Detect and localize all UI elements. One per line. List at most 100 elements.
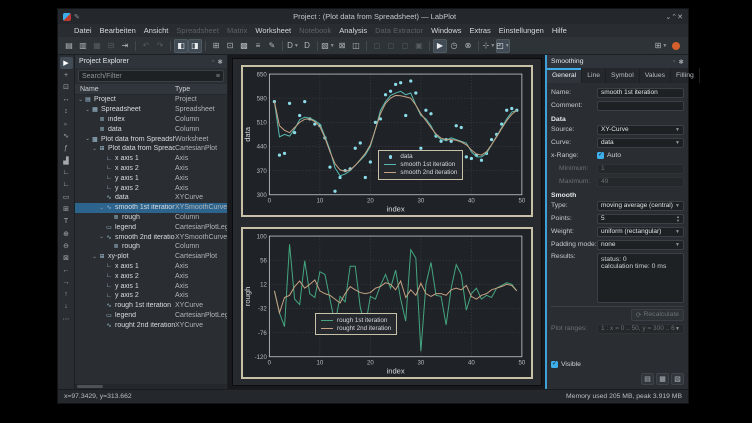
tree-row[interactable]: ⌄∿smooth 1st iterationXYSmoothCurve [75, 203, 227, 213]
tab-filling[interactable]: Filling [671, 68, 700, 83]
expander-icon[interactable]: ⌄ [98, 205, 105, 211]
tree-row[interactable]: ∟x axis 2Axis [75, 164, 227, 174]
zoom-origin-icon[interactable]: ⊠ [60, 252, 73, 264]
tree-row[interactable]: ∟x axis 1Axis [75, 154, 227, 164]
new-project-icon[interactable]: ▤ [62, 39, 76, 53]
tree-column-headers[interactable]: Name Type [75, 84, 227, 95]
points-spinbox[interactable]: 5 ▲▼ [597, 214, 684, 224]
dock-settings-icon[interactable]: ✱ [218, 58, 223, 66]
expander-icon[interactable]: ⌄ [98, 234, 105, 240]
tree-row[interactable]: ∿rought 2nd iterationXYCurve [75, 320, 227, 330]
new-function-icon[interactable]: D [300, 39, 314, 53]
zoom-x-selection-icon[interactable]: ↔ [60, 94, 73, 106]
menu-item-ansicht[interactable]: Ansicht [140, 26, 173, 35]
source-combobox[interactable]: XY-Curve▼ [597, 125, 684, 135]
save-template-icon[interactable]: ▦ [656, 373, 669, 385]
export-image-icon[interactable]: ▧▼ [321, 39, 335, 53]
tree-row[interactable]: ∟x axis 1Axis [75, 262, 227, 272]
menu-item-extras[interactable]: Extras [466, 26, 495, 35]
plot-legend[interactable]: datasmooth 1st iterationsmooth 2nd itera… [378, 150, 463, 180]
add-plot-icon[interactable]: ⊞ [60, 203, 73, 215]
type-combobox[interactable]: moving average (central)▼ [597, 201, 684, 211]
add-text-icon[interactable]: T [60, 215, 73, 227]
tree-row[interactable]: ∿dataXYCurve [75, 193, 227, 203]
add-histogram-icon[interactable]: ▟ [60, 155, 73, 167]
search-input[interactable]: Search/Filter ≡ [78, 70, 224, 82]
menu-item-einstellungen[interactable]: Einstellungen [495, 26, 548, 35]
expander-icon[interactable]: ⌄ [84, 107, 91, 113]
project-explorer-header[interactable]: Project Explorer ◦ ✱ [75, 55, 227, 68]
menu-item-hilfe[interactable]: Hilfe [548, 26, 571, 35]
new-worksheet-icon[interactable]: ▩ [237, 39, 251, 53]
toggle-properties-explorer-icon[interactable]: ◨ [188, 39, 202, 53]
tree-row[interactable]: ∟y axis 2Axis [75, 183, 227, 193]
tree-row[interactable]: ▭legendCartesianPlotLegend [75, 311, 227, 321]
menu-item-analysis[interactable]: Analysis [335, 26, 371, 35]
add-x-axis-icon[interactable]: ∟ [60, 167, 73, 179]
zoom-selection-icon[interactable]: ⊡ [60, 81, 73, 93]
visible-checkbox[interactable]: ✓ [551, 361, 558, 368]
add-legend-icon[interactable]: ▭ [60, 191, 73, 203]
refresh-interval-icon[interactable]: ◷ [447, 39, 461, 53]
shift-down-icon[interactable]: ↓ [60, 301, 73, 313]
zoom-out-icon[interactable]: ⊖ [60, 240, 73, 252]
scale-auto-icon[interactable]: ⋯ [60, 313, 73, 325]
export-icon[interactable]: ⇥ [118, 39, 132, 53]
spinner-arrows-icon[interactable]: ▲▼ [676, 215, 680, 223]
plot-smooth[interactable]: 01020304050300370440510580650indexdata d… [241, 65, 533, 217]
new-matrix-icon[interactable]: ⊡ [223, 39, 237, 53]
zoom-fit-icon[interactable]: ⊠ [335, 39, 349, 53]
tree-row[interactable]: ∟y axis 1Axis [75, 281, 227, 291]
padding-mode-combobox[interactable]: none▼ [597, 240, 684, 250]
tree-row[interactable]: ⌄⊞Plot data from SpreadsheetCartesianPlo… [75, 144, 227, 154]
expander-icon[interactable]: ⌄ [91, 146, 98, 152]
magnification-icon[interactable]: ◰▼ [496, 39, 510, 53]
tab-general[interactable]: General [547, 68, 582, 83]
menu-item-worksheet[interactable]: Worksheet [251, 26, 295, 35]
crosshair-icon[interactable]: + [60, 69, 73, 81]
new-plot-icon[interactable]: D▼ [286, 39, 300, 53]
expander-icon[interactable]: ⌄ [77, 97, 84, 103]
menu-item-bearbeiten[interactable]: Bearbeiten [96, 26, 140, 35]
titlebar[interactable]: ✎ Project : (Plot data from Spreadsheet)… [58, 9, 688, 24]
weight-combobox[interactable]: uniform (rectangular)▼ [597, 227, 684, 237]
properties-header[interactable]: Smoothing ◦ ✱ [547, 55, 688, 68]
layout-icon[interactable]: ◫ [349, 39, 363, 53]
column-header-type[interactable]: Type [175, 86, 227, 93]
tab-values[interactable]: Values [640, 68, 671, 83]
tree-row[interactable]: ≣roughColumn [75, 242, 227, 252]
tree-row[interactable]: ⌄∿smooth 2nd iterationXYSmoothCurve [75, 232, 227, 242]
donate-icon[interactable] [672, 42, 680, 50]
new-notebook-icon[interactable]: ≡ [251, 39, 265, 53]
float-dock-icon[interactable]: ◦ [212, 58, 214, 65]
zoom-in-icon[interactable]: ⊕ [60, 228, 73, 240]
select-cursor-icon[interactable]: ▶ [60, 57, 73, 69]
toggle-project-explorer-icon[interactable]: ◧ [174, 39, 188, 53]
comment-field[interactable] [597, 101, 684, 111]
presenter-mode-icon[interactable]: ▶ [433, 39, 447, 53]
cas-worksheet-icon[interactable]: ⊞▼ [654, 39, 668, 53]
curve-combobox[interactable]: data▼ [597, 138, 684, 148]
expander-icon[interactable]: ⌄ [84, 136, 91, 142]
expander-icon[interactable]: ⌄ [91, 254, 98, 260]
name-field[interactable] [597, 88, 684, 98]
tab-symbol[interactable]: Symbol [606, 68, 640, 83]
zoom-select-icon[interactable]: ⊹▼ [482, 39, 496, 53]
recalculate-button[interactable]: ⟳ Recalculate [631, 309, 684, 321]
worksheet-page[interactable]: 01020304050300370440510580650indexdata d… [232, 58, 542, 386]
new-datapicker-icon[interactable]: ✎ [265, 39, 279, 53]
tree-row[interactable]: ∟y axis 1Axis [75, 173, 227, 183]
save-default-icon[interactable]: ▧ [671, 373, 684, 385]
zoom-y-selection-icon[interactable]: ↕ [60, 106, 73, 118]
shift-left-icon[interactable]: ← [60, 264, 73, 276]
plot-rough[interactable]: 01020304050-120-76-321256100indexrough r… [241, 227, 533, 379]
close-button[interactable]: ✕ [677, 14, 683, 21]
tree-row[interactable]: ∿rough 1st iterationXYCurve [75, 301, 227, 311]
tree-row[interactable]: ≣dataColumn [75, 124, 227, 134]
explorer-hscrollbar[interactable] [75, 384, 227, 389]
filter-options-icon[interactable]: ≡ [216, 73, 220, 80]
tree-row[interactable]: ∟x axis 2Axis [75, 271, 227, 281]
add-equation-curve-icon[interactable]: ƒ [60, 142, 73, 154]
float-dock-icon[interactable]: ◦ [673, 58, 675, 65]
column-header-name[interactable]: Name [75, 86, 175, 93]
